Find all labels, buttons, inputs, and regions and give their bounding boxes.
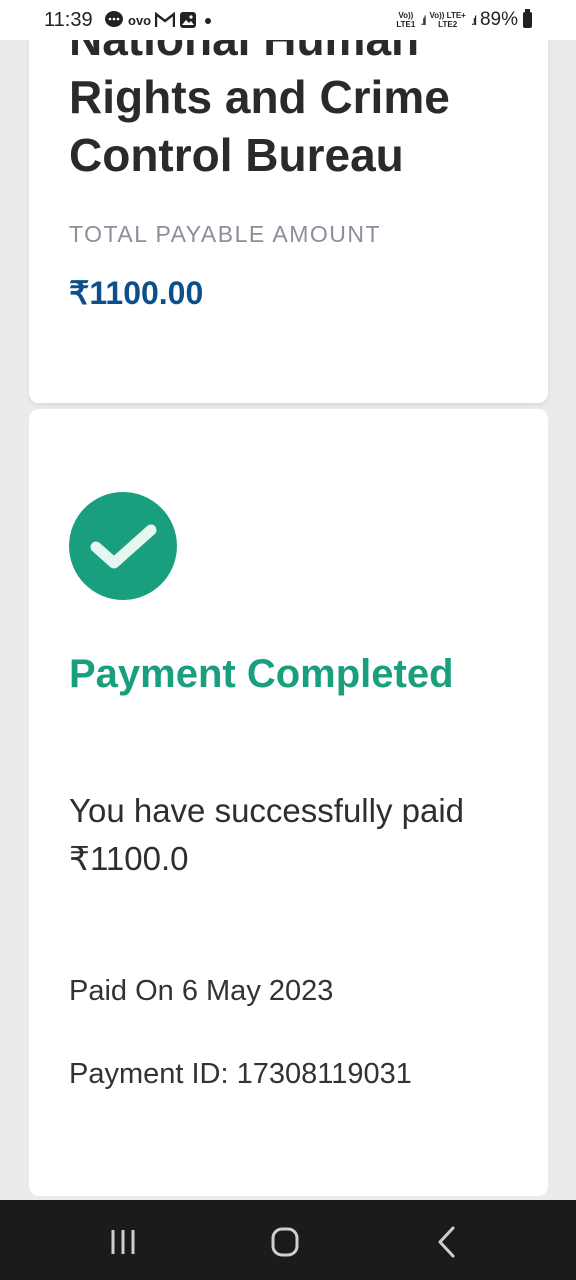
recent-apps-button[interactable] bbox=[102, 1220, 146, 1264]
check-circle-icon bbox=[69, 492, 177, 600]
notification-icons: ovo bbox=[104, 8, 215, 32]
home-button[interactable] bbox=[263, 1220, 307, 1264]
status-time: 11:39 bbox=[44, 9, 93, 31]
payment-success-message: You have successfully paid ₹1100.0 bbox=[69, 792, 465, 877]
recent-apps-icon bbox=[111, 1230, 135, 1254]
battery-icon bbox=[523, 9, 532, 28]
paid-on-date: Paid On 6 May 2023 bbox=[69, 975, 334, 1007]
battery-percent: 89% bbox=[479, 9, 518, 30]
sim2-indicator: Vo)) LTE+ LTE2 bbox=[429, 11, 466, 29]
gallery-icon bbox=[180, 12, 197, 28]
signal-icon: .ıl bbox=[470, 12, 477, 28]
sim1-indicator: Vo)) LTE1 bbox=[396, 11, 416, 29]
message-icon bbox=[105, 11, 123, 27]
status-bar: 11:39 ovo Vo)) LTE1 .ıl Vo)) LTE+ LTE2 .… bbox=[0, 0, 576, 40]
gmail-icon bbox=[155, 12, 176, 27]
navigation-bar bbox=[0, 1200, 576, 1280]
back-button[interactable] bbox=[425, 1220, 469, 1264]
amount-label: TOTAL PAYABLE AMOUNT bbox=[69, 221, 382, 247]
payment-status-title: Payment Completed bbox=[69, 652, 454, 696]
signal-icon: .ıl bbox=[420, 12, 426, 28]
payment-status-card: Payment Completed You have successfully … bbox=[29, 409, 548, 1196]
ovo-icon: ovo bbox=[128, 12, 152, 28]
dot-icon bbox=[205, 18, 212, 24]
payment-id: Payment ID: 17308119031 bbox=[69, 1058, 412, 1090]
merchant-card: National Human Rights and Crime Control … bbox=[29, 0, 548, 403]
amount-value: ₹1100.00 bbox=[69, 275, 204, 311]
home-icon bbox=[271, 1227, 299, 1257]
back-icon bbox=[438, 1226, 455, 1258]
system-indicators: Vo)) LTE1 .ıl Vo)) LTE+ LTE2 .ıl 89% bbox=[396, 8, 532, 32]
